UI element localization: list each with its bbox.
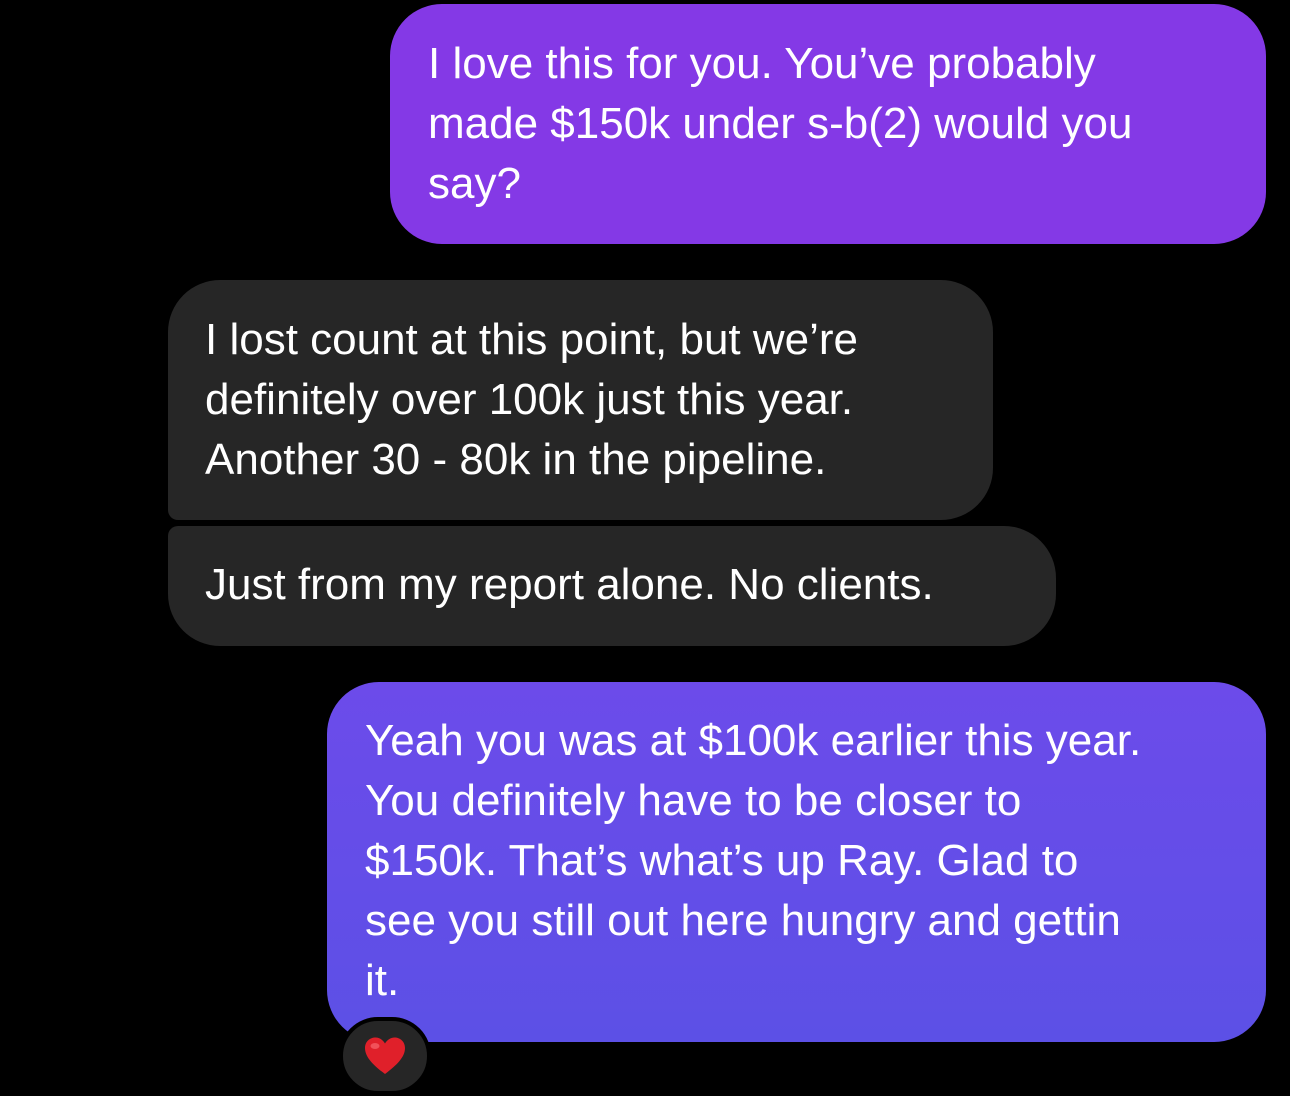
incoming-message-bubble[interactable]: I lost count at this point, but we’re de… (168, 280, 993, 520)
outgoing-message-bubble[interactable]: I love this for you. You’ve probably mad… (390, 4, 1266, 244)
outgoing-message-bubble[interactable]: Yeah you was at $100k earlier this year.… (327, 682, 1266, 1042)
heart-icon (365, 1037, 405, 1074)
incoming-message-bubble[interactable]: Just from my report alone. No clients. (168, 526, 1056, 646)
message-reaction-badge[interactable] (339, 1017, 431, 1095)
